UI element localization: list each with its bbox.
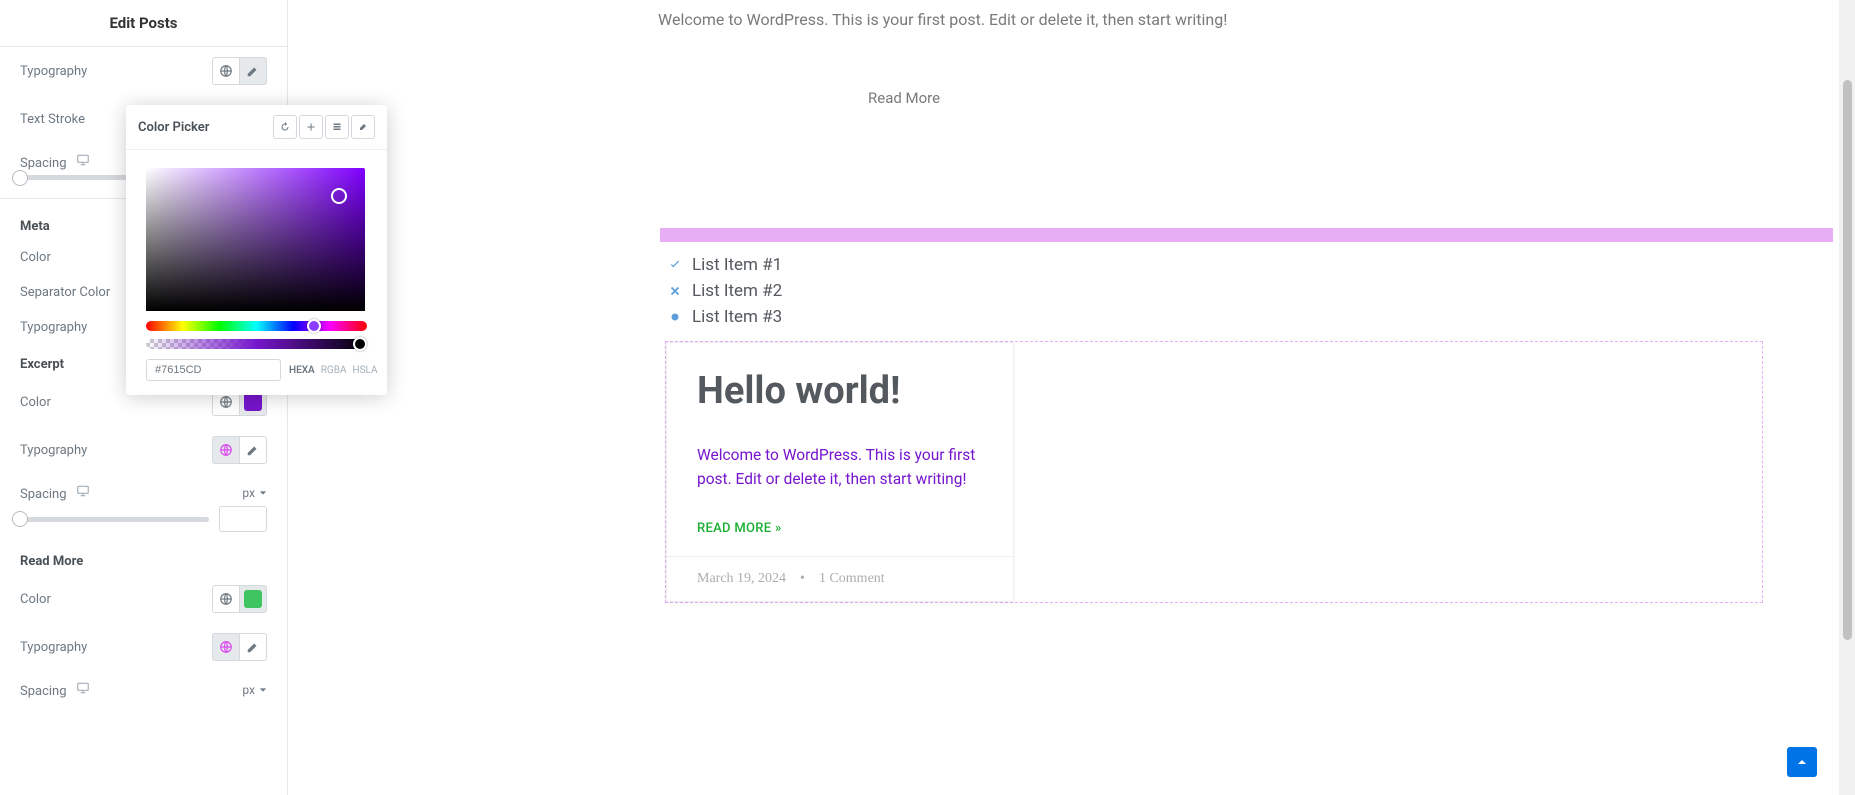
control-rm-color: Color (0, 575, 287, 623)
mode-rgba[interactable]: RGBA (321, 365, 347, 376)
rm-edit-typography-button[interactable] (239, 633, 267, 661)
hue-thumb[interactable] (307, 319, 321, 333)
color-clear-button[interactable] (273, 115, 297, 139)
edit-typography-button[interactable] (239, 57, 267, 85)
excerpt-spacing-input[interactable] (219, 506, 267, 532)
desktop-icon[interactable] (76, 681, 90, 695)
sidebar-title: Edit Posts (0, 0, 287, 47)
alpha-thumb[interactable] (353, 337, 367, 351)
eyedropper-button[interactable] (351, 115, 375, 139)
color-library-button[interactable] (325, 115, 349, 139)
post-read-more-link[interactable]: READ MORE » (697, 521, 983, 536)
label-excerpt-spacing: Spacing (20, 484, 90, 502)
desktop-icon[interactable] (76, 484, 90, 498)
dot-icon (668, 310, 682, 324)
rm-spacing-unit[interactable]: px (242, 683, 267, 697)
icon-list-widget[interactable]: List Item #1 List Item #2 List Item #3 (668, 252, 782, 330)
chevron-up-icon (1794, 754, 1810, 770)
excerpt-spacing-unit[interactable]: px (242, 486, 267, 500)
meta-separator: • (800, 571, 805, 587)
post-date: March 19, 2024 (697, 571, 786, 587)
posts-widget[interactable]: Hello world! Welcome to WordPress. This … (665, 341, 1763, 603)
mode-hexa[interactable]: HEXA (289, 365, 315, 376)
rm-global-typography-button[interactable] (212, 633, 240, 661)
list-item: List Item #3 (668, 304, 782, 330)
global-style-button[interactable] (212, 57, 240, 85)
label-excerpt-color: Color (20, 395, 51, 410)
label-meta-color: Color (20, 250, 51, 265)
post-comments[interactable]: 1 Comment (819, 571, 885, 587)
post-title[interactable]: Hello world! (697, 369, 983, 413)
color-add-button[interactable] (299, 115, 323, 139)
hue-slider[interactable] (146, 321, 367, 331)
excerpt-spacing-slider[interactable] (20, 517, 209, 522)
color-picker-header: Color Picker (126, 105, 387, 150)
hex-input[interactable] (146, 359, 281, 381)
control-rm-spacing: Spacing px (0, 671, 287, 699)
label-meta-typography: Typography (20, 320, 87, 335)
desktop-icon[interactable] (76, 153, 90, 167)
scroll-to-top-button[interactable] (1787, 747, 1817, 777)
excerpt-global-typography-button[interactable] (212, 436, 240, 464)
control-typography: Typography (0, 47, 287, 95)
alpha-slider[interactable] (146, 339, 367, 349)
preview-read-more-link[interactable]: Read More (288, 29, 1855, 107)
saturation-thumb[interactable] (331, 188, 347, 204)
color-picker-popup: Color Picker HEXA RGBA HSLA (126, 105, 387, 395)
control-excerpt-spacing: Spacing px (0, 474, 287, 502)
rm-color-swatch-button[interactable] (239, 585, 267, 613)
color-picker-title: Color Picker (138, 120, 209, 135)
section-handle[interactable] (660, 228, 1833, 242)
preview-canvas: ▴ Welcome to WordPress. This is your fir… (288, 0, 1855, 795)
label-separator-color: Separator Color (20, 285, 110, 300)
saturation-field[interactable] (146, 168, 365, 311)
post-card: Hello world! Welcome to WordPress. This … (666, 342, 1014, 602)
label-rm-spacing: Spacing (20, 681, 90, 699)
rm-global-color-button[interactable] (212, 585, 240, 613)
list-item: List Item #2 (668, 278, 782, 304)
preview-welcome-text: Welcome to WordPress. This is your first… (288, 0, 1855, 29)
post-meta: March 19, 2024 • 1 Comment (667, 556, 1013, 601)
label-text-stroke: Text Stroke (20, 112, 85, 127)
label-rm-color: Color (20, 592, 51, 607)
times-icon (668, 284, 682, 298)
post-excerpt: Welcome to WordPress. This is your first… (697, 443, 983, 491)
section-read-more: Read More (0, 542, 287, 575)
label-rm-typography: Typography (20, 640, 87, 655)
control-excerpt-typography: Typography (0, 426, 287, 474)
label-excerpt-typography: Typography (20, 443, 87, 458)
label-typography: Typography (20, 64, 87, 79)
control-rm-typography: Typography (0, 623, 287, 671)
label-spacing-1: Spacing (20, 153, 90, 171)
excerpt-edit-typography-button[interactable] (239, 436, 267, 464)
preview-scrollbar[interactable] (1839, 0, 1855, 795)
check-icon (668, 258, 682, 272)
list-item: List Item #1 (668, 252, 782, 278)
mode-hsla[interactable]: HSLA (352, 365, 377, 376)
excerpt-spacing-slider-row (0, 502, 287, 542)
